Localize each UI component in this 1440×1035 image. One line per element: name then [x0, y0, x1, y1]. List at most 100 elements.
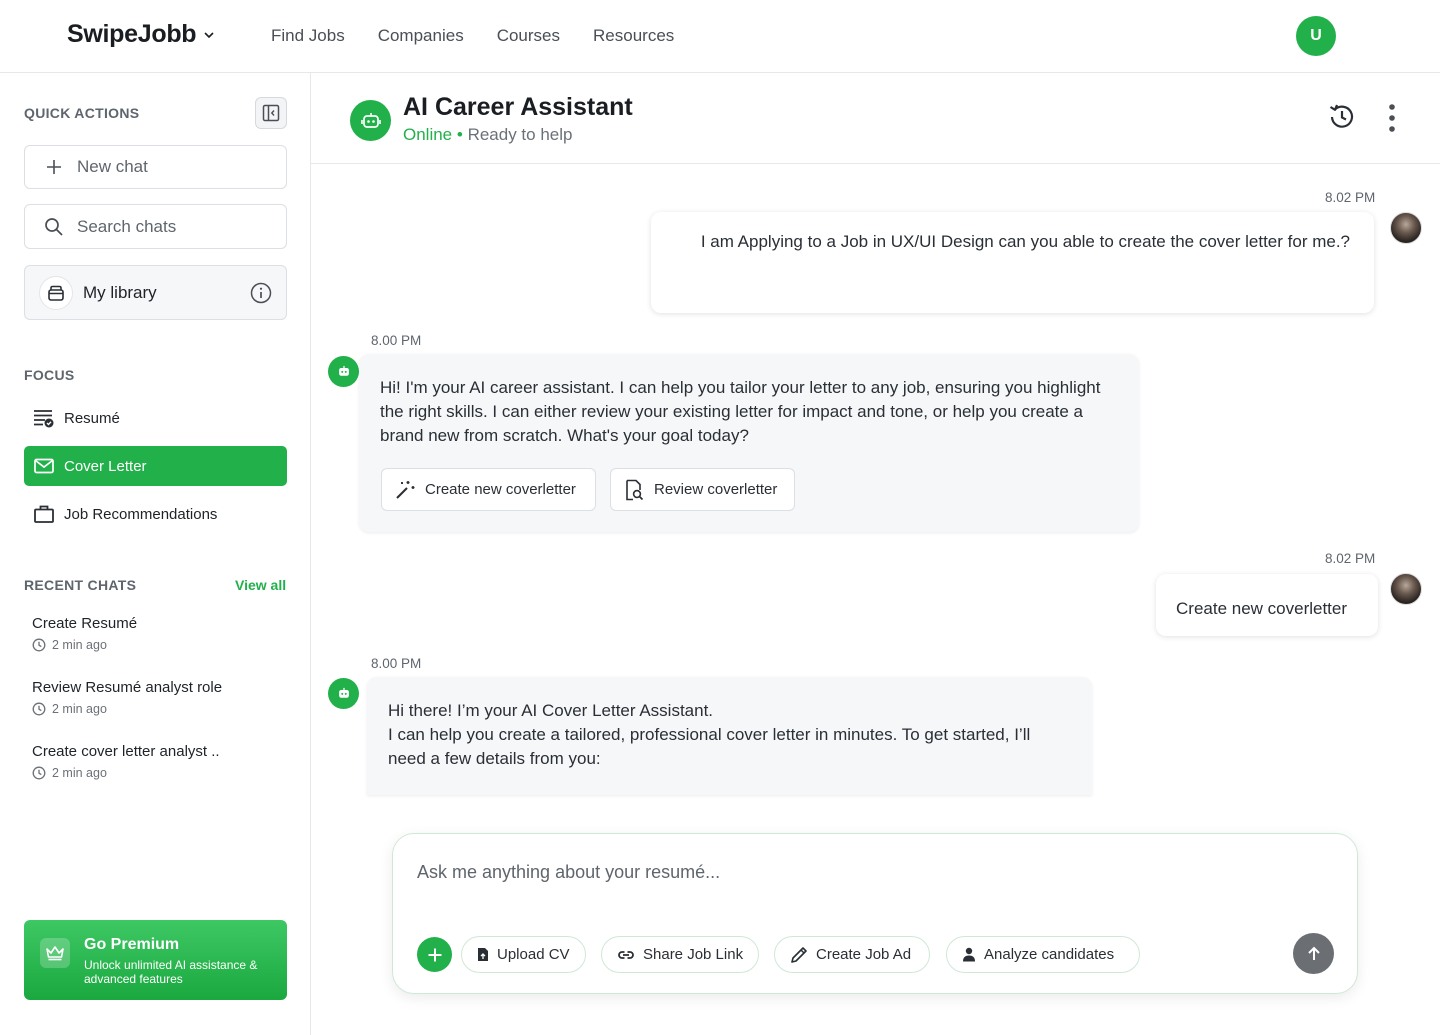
- chip-label: Upload CV: [497, 946, 570, 963]
- robot-avatar-icon: [350, 100, 391, 141]
- chevron-down-icon[interactable]: [202, 28, 216, 42]
- pencil-icon: [791, 946, 807, 963]
- crown-icon: [40, 938, 70, 968]
- option-label: Review coverletter: [654, 480, 778, 498]
- chip-label: Share Job Link: [643, 946, 744, 963]
- recent-chat-title: Create cover letter analyst ..: [32, 743, 220, 760]
- clock-icon: [32, 702, 46, 716]
- new-chat-label: New chat: [77, 157, 148, 176]
- clock-icon: [32, 638, 46, 652]
- user-avatar[interactable]: U: [1296, 16, 1336, 56]
- focus-item-job-recommendations[interactable]: Job Recommendations: [24, 494, 287, 534]
- clock-icon: [32, 766, 46, 780]
- recent-chat-title: Review Resumé analyst role: [32, 679, 223, 696]
- search-chats-placeholder: Search chats: [77, 216, 177, 236]
- assistant-message-text: Hi! I'm your AI career assistant. I can …: [380, 378, 1101, 445]
- link-icon: [618, 950, 634, 959]
- library-basket-icon: [39, 275, 73, 310]
- focus-item-label: Resumé: [64, 409, 120, 427]
- recent-chat-item[interactable]: Create cover letter analyst .. 2 min ago: [32, 743, 282, 780]
- share-job-link-chip[interactable]: Share Job Link: [601, 936, 760, 973]
- user-message: Create new coverletter: [1156, 574, 1378, 636]
- plus-icon: [39, 152, 69, 182]
- chip-label: Analyze candidates: [984, 946, 1115, 963]
- focus-item-label: Job Recommendations: [64, 505, 218, 523]
- user-message: I am Applying to a Job in UX/UI Design c…: [651, 212, 1374, 313]
- go-premium-card[interactable]: Go Premium Unlock unlimited AI assistanc…: [24, 920, 287, 1000]
- collapse-sidebar-button[interactable]: [255, 97, 287, 129]
- plus-icon: [428, 948, 441, 961]
- focus-item-label: Cover Letter: [64, 457, 147, 475]
- chat-title: AI Career Assistant: [403, 93, 633, 121]
- history-icon[interactable]: [1326, 101, 1358, 133]
- more-options-icon[interactable]: [1386, 103, 1398, 133]
- add-attachment-button[interactable]: [417, 937, 452, 972]
- create-coverletter-button[interactable]: Create new coverletter: [381, 468, 596, 511]
- message-timestamp: 8.00 PM: [371, 333, 422, 348]
- resume-list-icon: [33, 407, 55, 429]
- sidebar-collapse-icon: [262, 104, 280, 122]
- recent-chat-time: 2 min ago: [52, 766, 107, 780]
- recent-chat-item[interactable]: Create Resumé 2 min ago: [32, 615, 282, 652]
- user-photo-avatar: [1390, 573, 1422, 605]
- magic-wand-icon: [396, 480, 415, 499]
- message-timestamp: 8.00 PM: [371, 656, 422, 671]
- briefcase-icon: [33, 503, 55, 525]
- sidebar: QUICK ACTIONS New chat Search chats My l…: [0, 73, 311, 1035]
- envelope-icon: [33, 455, 55, 477]
- search-icon: [39, 212, 69, 242]
- nav-courses[interactable]: Courses: [497, 26, 560, 46]
- user-icon: [963, 947, 975, 962]
- document-search-icon: [626, 479, 644, 500]
- option-label: Create new coverletter: [425, 480, 576, 498]
- recent-chat-time: 2 min ago: [52, 702, 107, 716]
- create-job-ad-chip[interactable]: Create Job Ad: [774, 936, 930, 973]
- chip-label: Create Job Ad: [816, 946, 912, 963]
- recent-chat-item[interactable]: Review Resumé analyst role 2 min ago: [32, 679, 282, 716]
- nav-find-jobs[interactable]: Find Jobs: [271, 26, 345, 46]
- recent-chat-time: 2 min ago: [52, 638, 107, 652]
- quick-actions-title: QUICK ACTIONS: [24, 105, 140, 121]
- assistant-message: Hi there! I’m your AI Cover Letter Assis…: [367, 677, 1092, 795]
- robot-icon: [328, 678, 359, 709]
- nav-resources[interactable]: Resources: [593, 26, 674, 46]
- new-chat-button[interactable]: New chat: [24, 145, 287, 189]
- premium-subtitle: Unlock unlimited AI assistance & advance…: [84, 958, 258, 986]
- chat-header: AI Career Assistant Online • Ready to he…: [311, 73, 1440, 164]
- robot-icon: [328, 356, 359, 387]
- search-chats-input[interactable]: Search chats: [24, 204, 287, 249]
- top-navbar: SwipeJobb Find Jobs Companies Courses Re…: [0, 0, 1440, 73]
- my-library-label: My library: [83, 282, 157, 302]
- arrow-up-icon: [1307, 946, 1320, 960]
- analyze-candidates-chip[interactable]: Analyze candidates: [946, 936, 1140, 973]
- main-nav: Find Jobs Companies Courses Resources: [271, 26, 674, 46]
- focus-item-resume[interactable]: Resumé: [24, 398, 287, 438]
- status-online: Online: [403, 125, 453, 144]
- recent-chats-title: RECENT CHATS: [24, 577, 137, 593]
- recent-chat-title: Create Resumé: [32, 615, 138, 632]
- assistant-message-line1: Hi there! I’m your AI Cover Letter Assis…: [388, 701, 714, 720]
- file-upload-icon: [478, 948, 488, 961]
- upload-cv-chip[interactable]: Upload CV: [461, 936, 586, 973]
- message-timestamp: 8.02 PM: [1325, 551, 1376, 566]
- chat-status: Online • Ready to help: [403, 125, 572, 145]
- message-timestamp: 8.02 PM: [1325, 190, 1376, 205]
- nav-companies[interactable]: Companies: [378, 26, 464, 46]
- review-coverletter-button[interactable]: Review coverletter: [610, 468, 795, 511]
- my-library-button[interactable]: My library: [24, 265, 287, 320]
- brand-name: SwipeJobb: [67, 20, 197, 48]
- info-icon[interactable]: [250, 282, 272, 309]
- send-button[interactable]: [1293, 933, 1334, 974]
- focus-title: FOCUS: [24, 367, 75, 383]
- view-all-link[interactable]: View all: [235, 577, 286, 593]
- status-separator: •: [456, 125, 463, 144]
- user-photo-avatar: [1390, 212, 1422, 244]
- premium-title: Go Premium: [84, 936, 180, 953]
- status-text: Ready to help: [467, 125, 573, 144]
- brand-logo[interactable]: SwipeJobb: [67, 20, 216, 49]
- assistant-message: Hi! I'm your AI career assistant. I can …: [359, 354, 1139, 532]
- focus-item-cover-letter[interactable]: Cover Letter: [24, 446, 287, 486]
- assistant-message-line2: I can help you create a tailored, profes…: [388, 725, 1031, 768]
- message-composer: Ask me anything about your resumé... Upl…: [392, 833, 1358, 994]
- chat-input[interactable]: Ask me anything about your resumé...: [417, 862, 720, 883]
